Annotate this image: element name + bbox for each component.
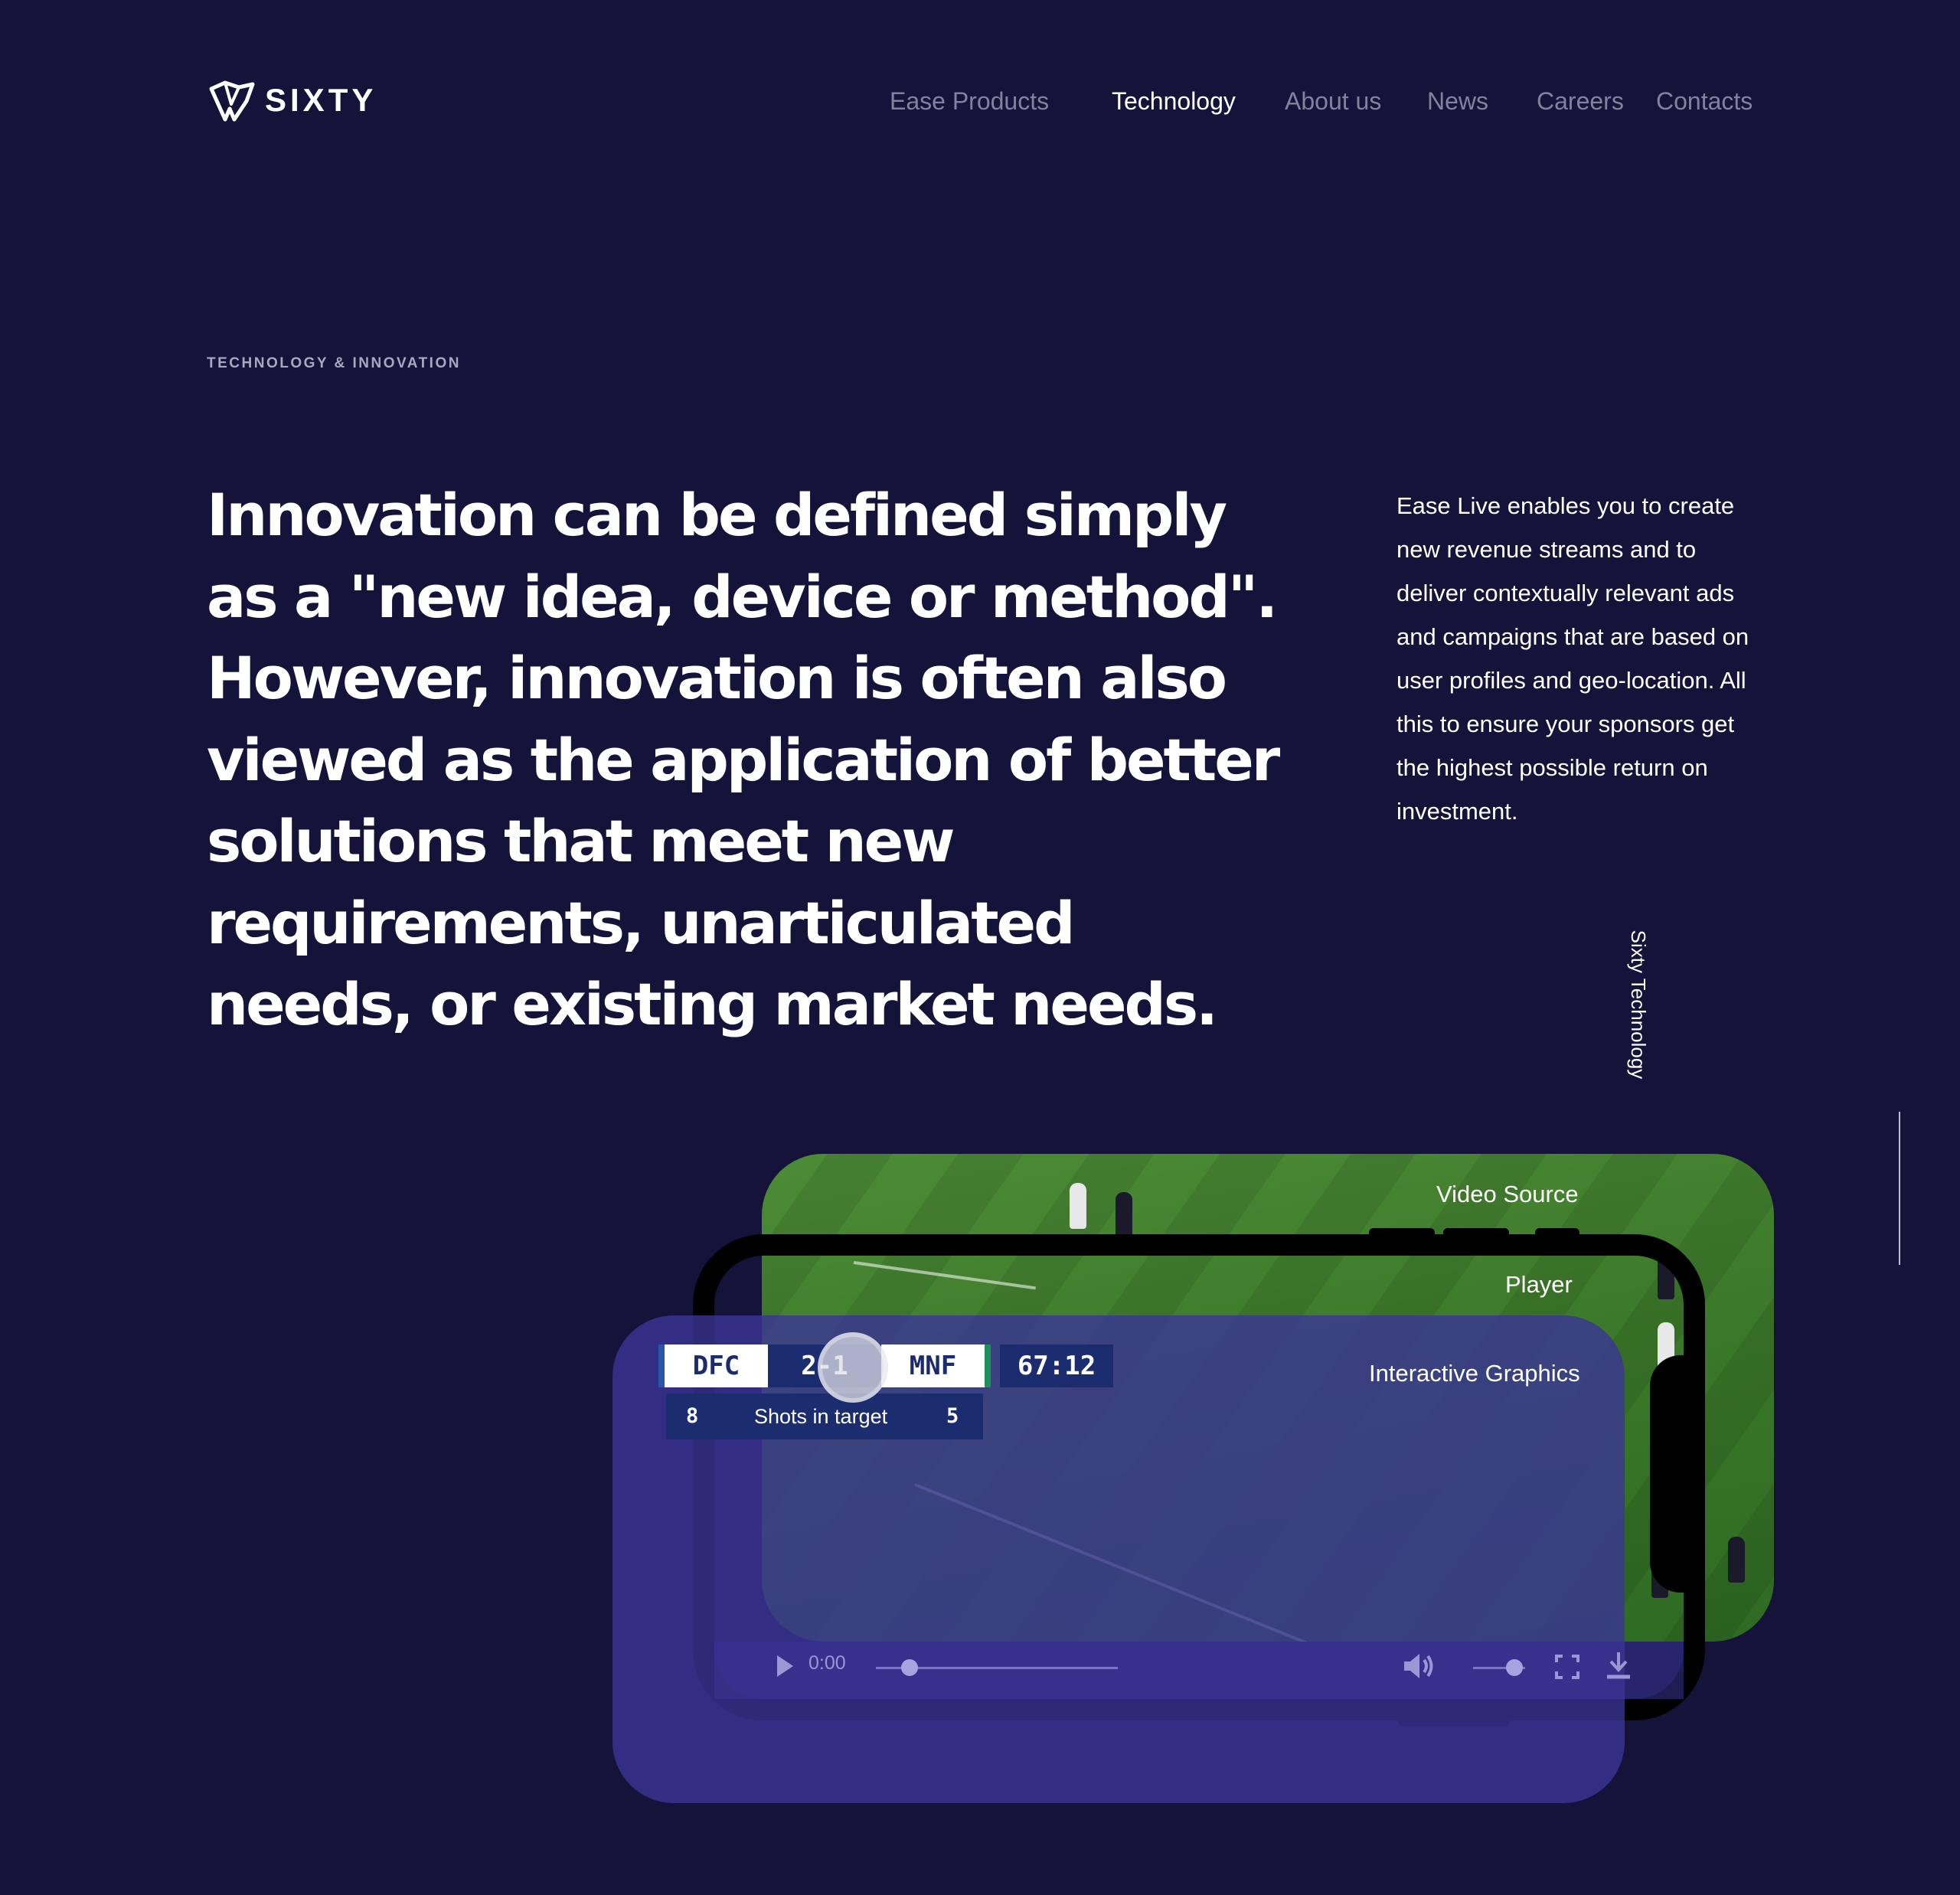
nav-news[interactable]: News	[1427, 86, 1488, 116]
playback-time: 0:00	[808, 1652, 846, 1674]
play-icon[interactable]	[775, 1654, 795, 1678]
device-button	[1369, 1228, 1435, 1237]
download-icon[interactable]	[1605, 1651, 1632, 1681]
label-interactive-graphics: Interactive Graphics	[1369, 1360, 1580, 1387]
touch-indicator	[818, 1332, 888, 1403]
scoreboard-match-time: 67:12	[1000, 1344, 1113, 1387]
label-video-source: Video Source	[1436, 1181, 1579, 1207]
device-button	[1443, 1228, 1509, 1237]
device-button	[1535, 1228, 1579, 1237]
hero-description: Ease Live enables you to create new reve…	[1396, 492, 1749, 825]
sixty-logo-icon	[209, 80, 255, 122]
nav-contacts[interactable]: Contacts	[1656, 86, 1753, 116]
fullscreen-icon[interactable]	[1554, 1654, 1580, 1680]
volume-icon[interactable]	[1403, 1651, 1436, 1681]
label-player: Player	[1505, 1271, 1573, 1298]
pitch-player	[1070, 1183, 1086, 1229]
nav-careers[interactable]: Careers	[1537, 86, 1624, 116]
interactive-graphics-layer	[612, 1315, 1625, 1803]
pitch-player	[1116, 1192, 1132, 1238]
stat-label: Shots in target	[754, 1405, 888, 1428]
side-label: Sixty Technology	[1627, 930, 1650, 1080]
nav-about-us[interactable]: About us	[1285, 86, 1381, 116]
sixty-logo[interactable]: SIXTY	[208, 78, 377, 123]
scoreboard-away-team[interactable]: MNF	[881, 1344, 991, 1387]
stat-away-value: 5	[946, 1404, 959, 1428]
hero-headline: Innovation can be defined simply as a "n…	[207, 481, 1280, 1038]
scoreboard-home-team[interactable]: DFC	[658, 1344, 768, 1387]
device-notch	[1650, 1355, 1705, 1593]
side-divider	[1899, 1112, 1900, 1265]
nav-technology[interactable]: Technology	[1112, 86, 1236, 116]
pitch-player	[1728, 1537, 1745, 1583]
brand-name: SIXTY	[265, 82, 377, 118]
nav-ease-products[interactable]: Ease Products	[890, 86, 1049, 116]
section-eyebrow: TECHNOLOGY & INNOVATION	[207, 355, 461, 371]
stat-home-value: 8	[686, 1404, 699, 1428]
